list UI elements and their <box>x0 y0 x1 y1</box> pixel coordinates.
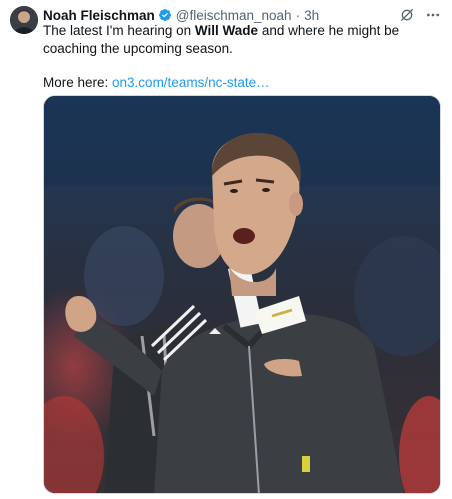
tweet-body: The latest I'm hearing on Will Wade and … <box>43 22 443 58</box>
tweet-bold-name: Will Wade <box>194 23 259 38</box>
timestamp[interactable]: 3h <box>304 8 319 23</box>
tweet[interactable]: Noah Fleischman @fleischman_noah · 3h Th… <box>0 0 452 499</box>
verified-badge-icon[interactable] <box>158 8 172 22</box>
separator-dot: · <box>295 7 301 23</box>
tweet-text-before: The latest I'm hearing on <box>43 23 195 38</box>
tweet-photo[interactable] <box>43 95 441 494</box>
author-handle[interactable]: @fleischman_noah <box>176 8 292 23</box>
avatar[interactable] <box>10 6 38 34</box>
article-link[interactable]: on3.com/teams/nc-state… <box>112 75 270 90</box>
more-label: More here: <box>43 75 113 90</box>
tweet-text: The latest I'm hearing on Will Wade and … <box>43 22 443 92</box>
display-name[interactable]: Noah Fleischman <box>43 8 155 23</box>
tweet-more-line: More here: on3.com/teams/nc-state… <box>43 74 443 92</box>
